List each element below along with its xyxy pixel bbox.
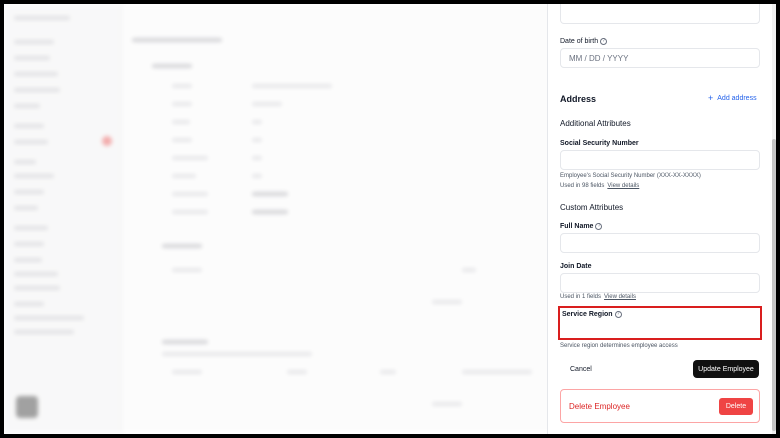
full-name-input[interactable] — [560, 233, 760, 253]
add-address-button[interactable]: + Add address — [708, 93, 757, 103]
address-section-title: Address — [560, 94, 597, 104]
help-circle-icon[interactable]: ? — [595, 223, 603, 230]
cancel-button[interactable]: Cancel — [570, 366, 592, 373]
full-name-label: Full Name ? — [560, 223, 603, 230]
plus-icon: + — [708, 93, 714, 103]
join-date-input[interactable] — [560, 273, 760, 293]
update-employee-button[interactable]: Update Employee — [693, 360, 759, 378]
ssn-input[interactable] — [560, 150, 760, 170]
custom-attributes-title: Custom Attributes — [560, 203, 624, 212]
dob-placeholder: MM / DD / YYYY — [569, 53, 629, 63]
service-region-field[interactable]: Service Region ? — [558, 306, 762, 340]
app-window: Date of birth ? MM / DD / YYYY Address +… — [4, 4, 776, 434]
ssn-label: Social Security Number — [560, 140, 639, 147]
join-date-view-details-link[interactable]: View details — [604, 294, 636, 300]
service-region-label: Service Region ? — [562, 311, 622, 318]
ssn-usage: Used in 98 fields View details — [560, 183, 640, 189]
danger-zone: Delete Employee Delete — [560, 389, 760, 423]
join-date-usage: Used in 1 fields View details — [560, 294, 636, 300]
dob-label: Date of birth ? — [560, 38, 608, 45]
help-circle-icon[interactable]: ? — [600, 38, 608, 45]
help-circle-icon[interactable]: ? — [614, 311, 622, 318]
background-sidebar — [4, 4, 122, 434]
ssn-view-details-link[interactable]: View details — [607, 183, 639, 189]
delete-button[interactable]: Delete — [719, 398, 753, 415]
delete-employee-text: Delete Employee — [569, 402, 630, 411]
edit-employee-panel: Date of birth ? MM / DD / YYYY Address +… — [547, 4, 776, 434]
ssn-helper: Employee's Social Security Number (XXX-X… — [560, 173, 701, 179]
scrollbar-thumb[interactable] — [772, 139, 776, 431]
previous-field-input[interactable] — [560, 4, 760, 24]
join-date-label: Join Date — [560, 263, 592, 270]
dob-input[interactable]: MM / DD / YYYY — [560, 48, 760, 68]
additional-attributes-title: Additional Attributes — [560, 119, 631, 128]
service-region-helper: Service region determines employee acces… — [560, 343, 678, 349]
